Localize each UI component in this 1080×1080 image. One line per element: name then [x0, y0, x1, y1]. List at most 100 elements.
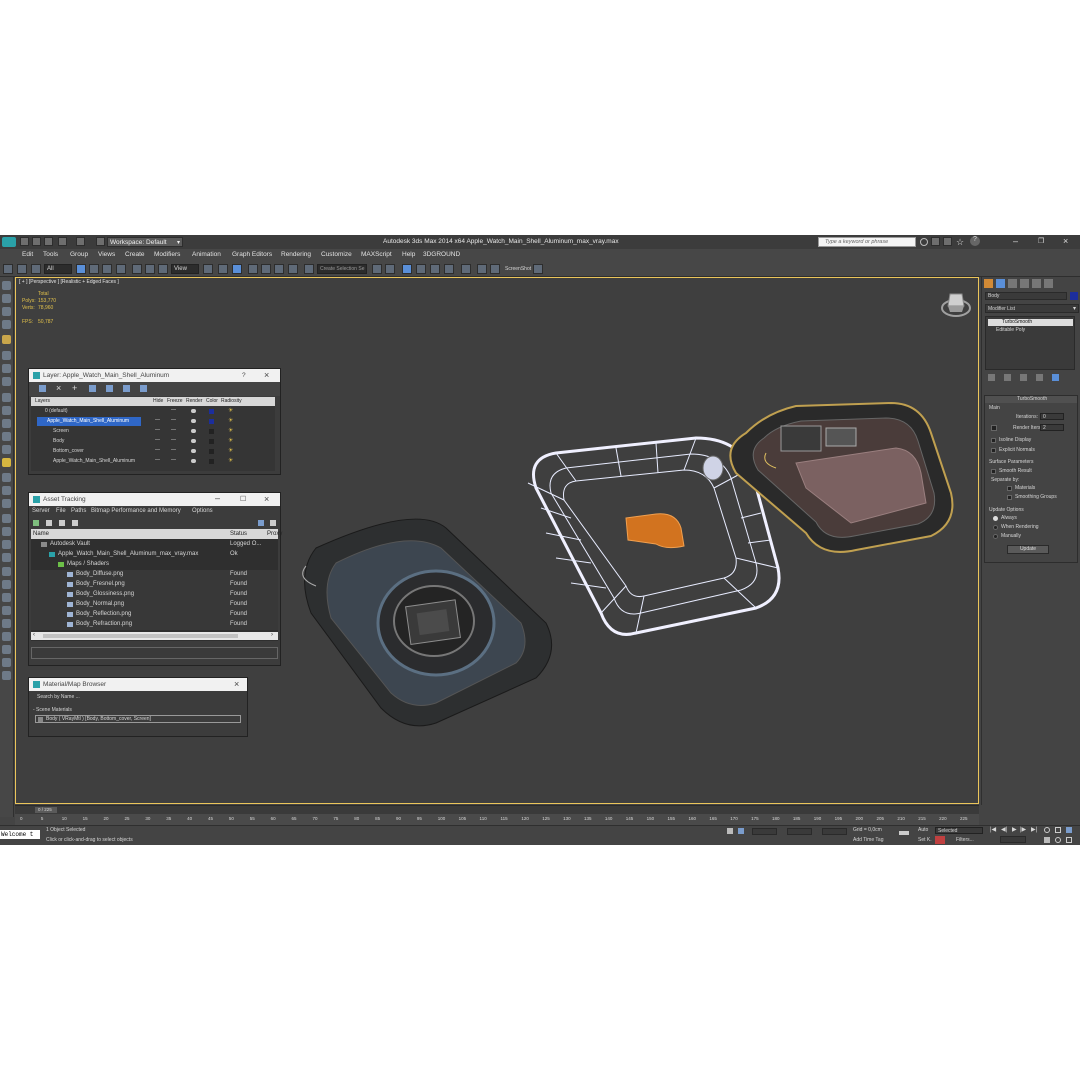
- redo-icon[interactable]: [76, 237, 85, 246]
- stack-item-turbosmooth[interactable]: TurboSmooth: [988, 319, 1073, 326]
- menu-rendering[interactable]: Rendering: [281, 251, 311, 258]
- smooth-result-checkbox[interactable]: [991, 469, 996, 474]
- curve-editor-icon[interactable]: [430, 264, 440, 274]
- rollout-title-turbosmooth[interactable]: TurboSmooth: [985, 396, 1077, 403]
- modifier-list-dropdown[interactable]: Modifier List ▾: [985, 304, 1079, 313]
- watch-bottom-cover-model[interactable]: [302, 518, 553, 727]
- material-close-button[interactable]: ×: [234, 679, 239, 689]
- viewcube-icon[interactable]: [941, 293, 971, 317]
- selection-filter-dropdown[interactable]: All: [44, 264, 72, 274]
- angle-snap-icon[interactable]: [261, 264, 271, 274]
- scene-materials-header[interactable]: - Scene Materials: [33, 707, 72, 713]
- layer-row[interactable]: Apple_Watch_Main_Shell_Aluminum — — ☀: [31, 457, 275, 467]
- menu-maxscript[interactable]: MAXScript: [361, 251, 392, 258]
- asset-tool-4-icon[interactable]: [72, 520, 78, 526]
- prev-frame-icon[interactable]: ◀|: [1001, 826, 1007, 833]
- key-filters-button[interactable]: Filters...: [956, 837, 974, 843]
- motion-tab-icon[interactable]: [1020, 279, 1029, 288]
- move-icon[interactable]: [132, 264, 142, 274]
- left-tool-14-icon[interactable]: [2, 458, 11, 467]
- subscription-icon[interactable]: [931, 237, 940, 246]
- render-teapot-icon[interactable]: [191, 429, 196, 433]
- manually-radio[interactable]: [993, 534, 998, 539]
- workspace-dropdown[interactable]: Workspace: Default ▾: [107, 237, 183, 247]
- track-bar[interactable]: 0 5 10 15 20 25 30 35 40 45 50 55 60 65 70 75 80 85 90 95 10…: [15, 814, 979, 825]
- layer-row[interactable]: Body — — ☀: [31, 437, 275, 447]
- left-tool-22-icon[interactable]: [2, 567, 11, 576]
- asset-horizontal-scrollbar[interactable]: ‹ ›: [31, 632, 278, 640]
- graphite-toolbar-icon[interactable]: [416, 264, 426, 274]
- left-tool-8-icon[interactable]: [2, 377, 11, 386]
- asset-tool-3-icon[interactable]: [59, 520, 65, 526]
- render-teapot-icon[interactable]: [533, 264, 543, 274]
- play-icon[interactable]: ▶: [1012, 826, 1017, 833]
- menu-animation[interactable]: Animation: [192, 251, 221, 258]
- hide-all-icon[interactable]: [123, 385, 130, 392]
- zoom-all-icon[interactable]: [1055, 827, 1061, 833]
- update-button[interactable]: Update: [1007, 545, 1049, 554]
- layer-window-titlebar[interactable]: Layer: Apple_Watch_Main_Shell_Aluminum ?…: [29, 369, 280, 382]
- configure-modifier-sets-icon[interactable]: [1052, 374, 1059, 381]
- asset-tool-2-icon[interactable]: [46, 520, 52, 526]
- explicit-normals-checkbox[interactable]: [991, 448, 996, 453]
- left-tool-12-icon[interactable]: [2, 432, 11, 441]
- layer-color-swatch[interactable]: [209, 449, 214, 454]
- pan-icon[interactable]: [1044, 837, 1050, 843]
- always-radio[interactable]: [993, 516, 998, 521]
- schematic-view-icon[interactable]: [444, 264, 454, 274]
- left-tool-3-icon[interactable]: [2, 307, 11, 316]
- unlink-icon[interactable]: [17, 264, 27, 274]
- left-tool-17-icon[interactable]: [2, 499, 11, 508]
- left-tool-9-icon[interactable]: [2, 393, 11, 402]
- render-teapot-icon[interactable]: [191, 449, 196, 453]
- selection-region-icon[interactable]: [102, 264, 112, 274]
- asset-row[interactable]: Body_Fresnel.png Found: [31, 580, 278, 590]
- asset-menu-file[interactable]: File: [56, 508, 66, 514]
- help-icon[interactable]: ?: [970, 236, 980, 246]
- asset-menu-server[interactable]: Server: [32, 508, 50, 514]
- delete-layer-icon[interactable]: ×: [56, 383, 61, 393]
- modify-tab-icon[interactable]: [996, 279, 1005, 288]
- render-teapot-icon[interactable]: [191, 419, 196, 423]
- create-tab-icon[interactable]: [984, 279, 993, 288]
- window-crossing-icon[interactable]: [116, 264, 126, 274]
- materials-checkbox[interactable]: [1007, 486, 1012, 491]
- save-file-icon[interactable]: [44, 237, 53, 246]
- radiosity-icon[interactable]: ☀: [228, 457, 233, 464]
- left-tool-24-icon[interactable]: [2, 593, 11, 602]
- layer-manager-icon[interactable]: [402, 264, 412, 274]
- maxscript-listener[interactable]: Welcome t: [0, 830, 40, 839]
- stack-item-editable-poly[interactable]: Editable Poly: [988, 327, 1073, 334]
- layer-row[interactable]: Screen — — ☀: [31, 427, 275, 437]
- asset-row[interactable]: Maps / Shaders: [31, 560, 278, 570]
- render-teapot-icon[interactable]: [191, 459, 196, 463]
- menu-customize[interactable]: Customize: [321, 251, 352, 258]
- new-file-icon[interactable]: [20, 237, 29, 246]
- watch-screen-model[interactable]: [729, 401, 954, 553]
- render-iters-spinner[interactable]: 2: [1040, 424, 1064, 431]
- asset-minimize-button[interactable]: –: [215, 493, 220, 503]
- asset-window-titlebar[interactable]: Asset Tracking – ☐ ×: [29, 493, 280, 506]
- menu-views[interactable]: Views: [98, 251, 115, 258]
- x-coordinate-field[interactable]: [752, 828, 777, 835]
- menu-help[interactable]: Help: [402, 251, 415, 258]
- maximize-window-button[interactable]: ❐: [1038, 237, 1044, 245]
- asset-path-field[interactable]: [31, 647, 278, 659]
- material-search-input[interactable]: Search by Name ...: [33, 694, 245, 702]
- render-iters-checkbox[interactable]: [991, 425, 997, 431]
- render-teapot-icon[interactable]: [191, 409, 196, 413]
- object-name-field[interactable]: Body: [985, 292, 1067, 300]
- modifier-stack[interactable]: TurboSmooth Editable Poly: [985, 316, 1075, 370]
- project-folder-icon[interactable]: [96, 237, 105, 246]
- app-logo-icon[interactable]: [2, 237, 16, 247]
- communication-icon[interactable]: [943, 237, 952, 246]
- scroll-left-icon[interactable]: ‹: [33, 632, 35, 638]
- radiosity-icon[interactable]: ☀: [228, 417, 233, 424]
- search-input[interactable]: Type a keyword or phrase: [818, 237, 916, 247]
- asset-row[interactable]: Body_Diffuse.png Found: [31, 570, 278, 580]
- menu-tools[interactable]: Tools: [43, 251, 58, 258]
- key-filter-dropdown[interactable]: Selected: [935, 827, 983, 834]
- goto-end-icon[interactable]: ▶|: [1031, 826, 1037, 833]
- menu-create[interactable]: Create: [125, 251, 145, 258]
- menu-modifiers[interactable]: Modifiers: [154, 251, 180, 258]
